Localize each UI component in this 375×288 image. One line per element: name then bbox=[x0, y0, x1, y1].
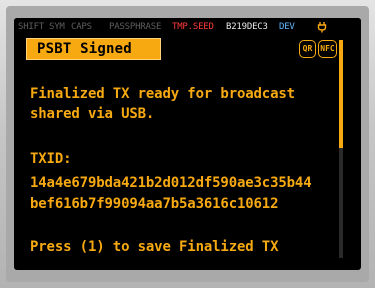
shift-indicator: SHIFT bbox=[18, 22, 45, 32]
device-screen: SHIFT SYM CAPS PASSPHRASE TMP.SEED B219D… bbox=[14, 18, 361, 270]
status-message-line-1: Finalized TX ready for broadcast bbox=[30, 86, 295, 102]
status-bar: SHIFT SYM CAPS PASSPHRASE TMP.SEED B219D… bbox=[14, 18, 361, 36]
sym-indicator: SYM bbox=[49, 22, 65, 32]
save-prompt: Press (1) to save Finalized TX bbox=[30, 239, 279, 255]
dev-indicator: DEV bbox=[279, 22, 295, 32]
fingerprint-label: B219DEC3 bbox=[226, 22, 268, 32]
status-message-line-2: shared via USB. bbox=[30, 106, 155, 122]
scrollbar-thumb[interactable] bbox=[339, 40, 343, 148]
txid-value-line-1: 14a4e679bda421b2d012df590ae3c35b44 bbox=[30, 175, 312, 191]
tmp-seed-indicator: TMP.SEED bbox=[172, 22, 214, 32]
page-title: PSBT Signed bbox=[26, 38, 161, 60]
caps-indicator: CAPS bbox=[71, 22, 92, 32]
txid-label: TXID: bbox=[30, 151, 72, 167]
nfc-badge: NFC bbox=[318, 40, 337, 58]
qr-badge: QR bbox=[299, 40, 316, 58]
txid-value-line-2: bef616b7f99094aa7b5a3616c10612 bbox=[30, 196, 279, 212]
passphrase-indicator: PASSPHRASE bbox=[109, 22, 162, 32]
usb-power-icon bbox=[317, 22, 327, 33]
